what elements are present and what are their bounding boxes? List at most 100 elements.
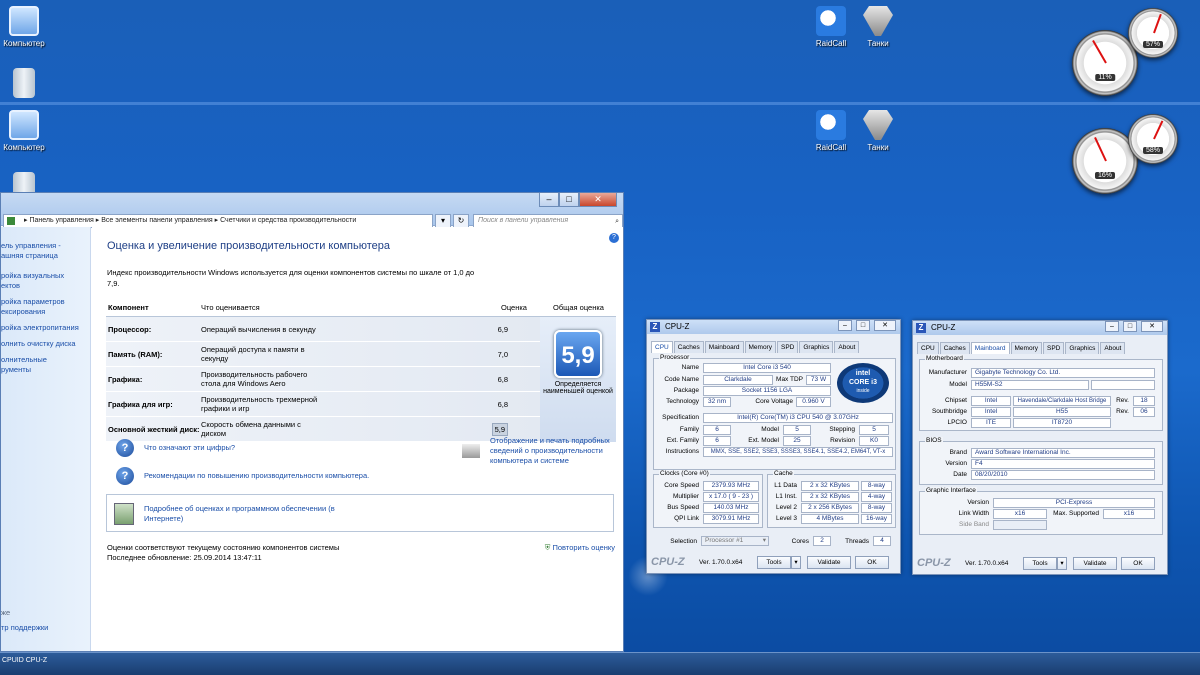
row-rated: Операций доступа к памяти в секунду	[201, 345, 305, 363]
breadcrumb-control-panel[interactable]: Панель управления	[29, 217, 93, 224]
ram-gauge[interactable]: 57%	[1128, 8, 1178, 58]
ram-usage-value: 58%	[1142, 147, 1164, 154]
breadcrumb-performance[interactable]: Счетчики и средства производительности	[220, 217, 356, 224]
breadcrumb-all-items[interactable]: Все элементы панели управления	[101, 217, 212, 224]
l1-inst-field: 2 x 32 KBytes	[801, 492, 859, 502]
address-bar[interactable]: ▸ Панель управления ▸ Все элементы панел…	[3, 214, 433, 228]
field-label: Core Voltage	[755, 398, 793, 405]
bios-brand-field: Award Software International Inc.	[971, 448, 1155, 458]
status-footer: Оценки соответствуют текущему состоянию …	[107, 543, 339, 563]
specification-field: Intel(R) Core(TM) i3 CPU 540 @ 3.07GHz	[703, 413, 893, 423]
close-button[interactable]: ✕	[874, 320, 896, 331]
tab-spd[interactable]: SPD	[1042, 342, 1065, 354]
maximize-button[interactable]: □	[559, 193, 579, 207]
tab-caches[interactable]: Caches	[939, 342, 970, 354]
window-titlebar[interactable]: Z CPU-Z – □ ✕	[913, 321, 1167, 335]
minimize-button[interactable]: –	[1105, 321, 1119, 332]
tanks-icon	[863, 6, 893, 36]
desktop-icon-computer[interactable]: Компьютер	[0, 110, 54, 152]
field-label: Version	[945, 460, 967, 467]
ok-button[interactable]: OK	[855, 555, 889, 569]
tab-memory[interactable]: Memory	[1010, 342, 1042, 354]
search-placeholder: Поиск в панели управления	[478, 217, 569, 224]
minimize-button[interactable]: –	[838, 320, 852, 331]
link-text[interactable]: Повторить оценку	[552, 543, 615, 552]
processor-select[interactable]: Processor #1 ▾	[701, 536, 769, 546]
cpu-name-field: Intel Core i3 540	[703, 363, 831, 373]
help-link-numbers[interactable]: ? Что означают эти цифры?	[116, 439, 376, 457]
table-row: Память (RAM): Операций доступа к памяти …	[106, 342, 540, 367]
desktop-icon-recycle-bin[interactable]	[0, 68, 54, 101]
sidebar-link-disk-cleanup[interactable]: олнить очистку диска	[1, 339, 90, 349]
link-text[interactable]: Рекомендации по повышению производительн…	[144, 471, 369, 481]
link-text[interactable]: Что означают эти цифры?	[144, 443, 235, 453]
l1-data-field: 2 x 32 KBytes	[801, 481, 859, 491]
close-button[interactable]: ✕	[1141, 321, 1163, 332]
bios-version-field: F4	[971, 459, 1155, 469]
window-titlebar[interactable]: Z CPU-Z – □ ✕	[647, 320, 900, 334]
tab-memory[interactable]: Memory	[744, 341, 776, 353]
package-field: Socket 1156 LGA	[703, 386, 831, 396]
col-rated: Что оценивается	[201, 303, 260, 312]
link-text[interactable]: Подробнее об оценках и программном обесп…	[144, 504, 374, 524]
row-rated: Скорость обмена данными с диском	[201, 420, 301, 438]
logo-text: i3	[871, 379, 878, 386]
ok-button[interactable]: OK	[1121, 556, 1155, 570]
col-overall: Общая оценка	[553, 303, 604, 312]
cpuz-footer: CPU-Z Ver. 1.70.0.x64 Tools ▾ Validate O…	[651, 555, 896, 569]
desktop-icon-label: Танки	[867, 143, 889, 152]
tab-graphics[interactable]: Graphics	[1065, 342, 1100, 354]
tab-caches[interactable]: Caches	[673, 341, 704, 353]
more-info-link[interactable]: Подробнее об оценках и программном обесп…	[114, 503, 374, 525]
validate-button[interactable]: Validate	[807, 555, 851, 569]
sidebar-home-link[interactable]: ель управления - ашняя страница	[1, 241, 90, 261]
desktop-icon-computer[interactable]: Компьютер	[0, 6, 54, 48]
field-label: Max. Supported	[1053, 510, 1099, 517]
max-supported-field: x16	[1103, 509, 1155, 519]
sidebar-link-indexing[interactable]: ройка параметров ексирования	[1, 297, 90, 317]
field-label: Ext. Model	[748, 437, 779, 444]
field-label: Instructions	[665, 448, 699, 455]
tab-about[interactable]: About	[834, 341, 860, 353]
field-label: Core Speed	[664, 482, 699, 489]
tab-mainboard[interactable]: Mainboard	[704, 341, 744, 353]
close-button[interactable]: ✕	[579, 193, 617, 207]
tab-spd[interactable]: SPD	[776, 341, 799, 353]
sidebar-link-support[interactable]: тр поддержки	[1, 623, 48, 633]
tab-graphics[interactable]: Graphics	[799, 341, 834, 353]
tools-button[interactable]: Tools	[1023, 556, 1057, 570]
refresh-icon[interactable]: ↻	[453, 214, 469, 228]
tools-dropdown-icon[interactable]: ▾	[1057, 556, 1067, 570]
link-text[interactable]: Отображение и печать подробных сведений …	[490, 436, 617, 466]
cpuz-app-icon: Z	[650, 322, 660, 332]
maximize-button[interactable]: □	[856, 320, 870, 331]
model-field: 5	[783, 425, 811, 435]
desktop-icon-tanks[interactable]: Танки	[848, 110, 908, 152]
tab-cpu[interactable]: CPU	[651, 341, 673, 353]
control-panel-window: – □ ✕ ▸ Панель управления ▸ Все элементы…	[0, 192, 624, 652]
dropdown-arrow-icon[interactable]: ▾	[435, 214, 451, 228]
desktop-icon-tanks[interactable]: Танки	[848, 6, 908, 48]
field-label: Multiplier	[672, 493, 699, 500]
taskbar-item-cpuz[interactable]: CPUID CPU-Z	[2, 657, 47, 664]
maximize-button[interactable]: □	[1123, 321, 1137, 332]
print-details-link[interactable]: Отображение и печать подробных сведений …	[462, 436, 617, 466]
validate-button[interactable]: Validate	[1073, 556, 1117, 570]
rerun-assessment-link[interactable]: ⛨ Повторить оценку	[545, 543, 615, 553]
tips-link[interactable]: ? Рекомендации по повышению производител…	[116, 467, 376, 485]
tools-button[interactable]: Tools	[757, 555, 791, 569]
sidebar-link-advanced-tools[interactable]: олнительные рументы	[1, 355, 90, 375]
field-label: Package	[673, 387, 699, 394]
sidebar-link-visual-effects[interactable]: ройка визуальных ектов	[1, 271, 90, 291]
help-icon[interactable]: ?	[609, 233, 619, 243]
minimize-button[interactable]: –	[539, 193, 559, 207]
search-input[interactable]: Поиск в панели управления ⌕	[473, 214, 623, 228]
sidebar-link-power[interactable]: ройка электропитания	[1, 323, 90, 333]
tab-mainboard[interactable]: Mainboard	[970, 342, 1010, 354]
side-band-field	[993, 520, 1047, 530]
tab-about[interactable]: About	[1100, 342, 1126, 354]
tab-cpu[interactable]: CPU	[917, 342, 939, 354]
tools-dropdown-icon[interactable]: ▾	[791, 555, 801, 569]
ram-gauge[interactable]: 58%	[1128, 114, 1178, 164]
field-label: Bus Speed	[667, 504, 699, 511]
